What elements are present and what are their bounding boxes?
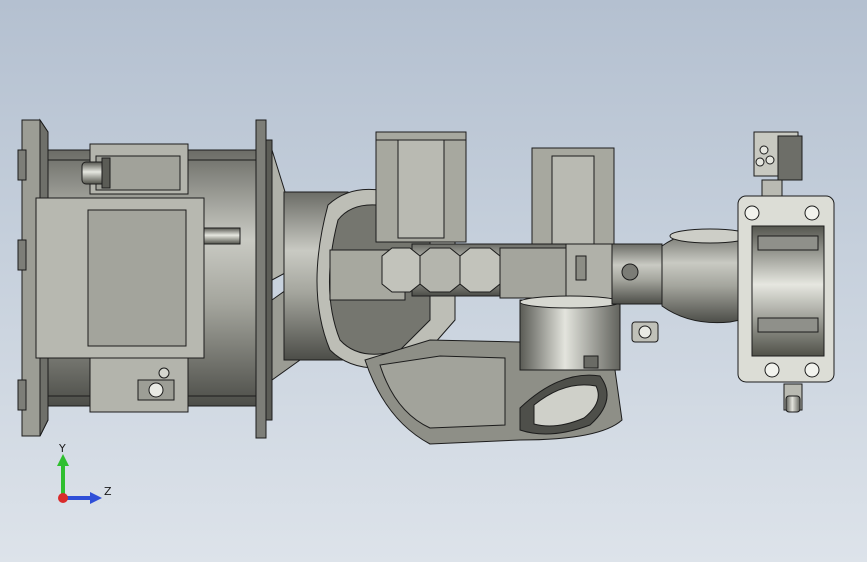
reference-triad: Y Z xyxy=(40,436,120,516)
top-valve[interactable] xyxy=(753,131,803,181)
motor-junction-box[interactable] xyxy=(35,197,205,359)
tool-mount[interactable] xyxy=(737,179,835,411)
robot-wrist-model[interactable] xyxy=(0,0,867,562)
graphics-viewport[interactable]: Y Z xyxy=(0,0,867,562)
middle-flange[interactable] xyxy=(255,119,273,439)
y-axis-arrowhead xyxy=(57,454,69,466)
motor-top-block[interactable] xyxy=(81,143,189,195)
forearm-shaft[interactable] xyxy=(381,243,613,303)
z-axis-arrowhead xyxy=(90,492,102,504)
motor-stud[interactable] xyxy=(203,227,241,245)
upper-column-b[interactable] xyxy=(531,147,615,249)
bottom-bolt[interactable] xyxy=(785,395,801,413)
y-axis-label: Y xyxy=(59,442,66,455)
wrist-boss[interactable] xyxy=(519,295,659,371)
x-axis-origin xyxy=(58,493,68,503)
upper-column-a[interactable] xyxy=(375,131,467,243)
z-axis-label: Z xyxy=(104,485,112,498)
triad-graphic xyxy=(57,454,102,504)
motor-bottom-block[interactable] xyxy=(89,357,189,413)
